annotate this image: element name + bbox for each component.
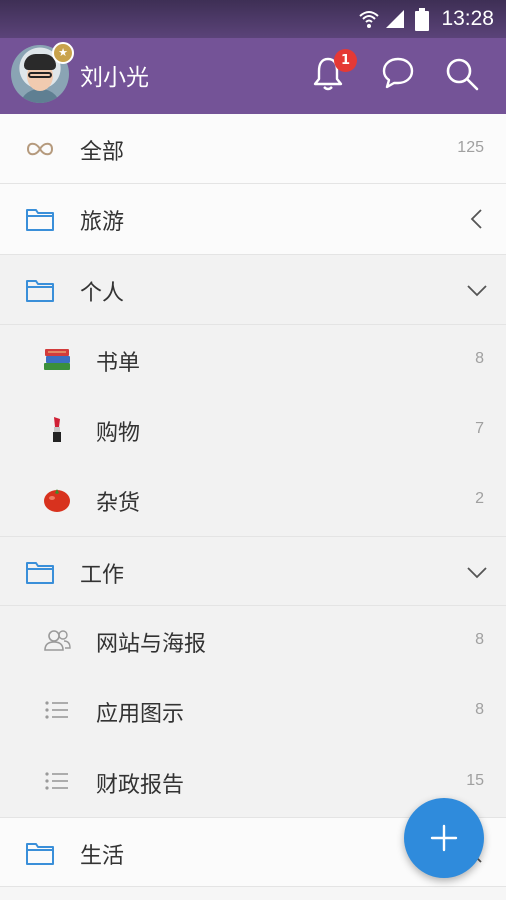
infinity-icon [26,142,54,156]
tomato-icon [44,489,70,513]
list-item-groceries[interactable]: 杂货 2 [0,465,506,536]
folder-icon [26,561,54,584]
books-icon [44,348,70,370]
chevron-left-icon[interactable] [466,208,488,230]
list-item-booklist[interactable]: 书单 8 [0,324,506,396]
item-count: 7 [475,420,484,438]
list-item-website-posters[interactable]: 网站与海报 8 [0,606,506,677]
search-icon[interactable] [444,56,480,92]
item-count: 8 [475,349,484,367]
username[interactable]: 刘小光 [80,58,149,92]
list-item-label: 书单 [96,350,141,376]
list-item-label: 杂货 [96,491,141,517]
list-item-travel[interactable]: 旅游 [0,184,506,255]
list-item-label: 个人 [80,280,125,306]
list-item-label: 网站与海报 [96,632,207,658]
chevron-down-icon[interactable] [466,279,488,301]
item-count: 8 [475,701,484,719]
list-menu: 全部 125 旅游 个人 书单 8 购物 7 杂货 2 工作 网站与海报 8 应… [0,114,506,888]
list-item-all[interactable]: 全部 125 [0,114,506,185]
lipstick-icon [53,417,61,443]
app-header: ★ 刘小光 1 [0,38,506,114]
list-item-label: 工作 [80,562,125,588]
list-item-work[interactable]: 工作 [0,535,506,607]
list-item-label: 财政报告 [96,772,185,798]
add-button[interactable] [404,798,484,878]
list-item-label: 生活 [80,843,125,869]
notification-badge: 1 [334,49,357,72]
list-item-shopping[interactable]: 购物 7 [0,395,506,466]
list-item-label: 旅游 [80,210,125,236]
folder-icon [26,842,54,865]
folder-icon [26,209,54,232]
status-bar: 13:28 [0,0,506,38]
list-icon [45,701,68,719]
battery-icon [415,8,429,31]
list-item-label: 应用图示 [96,702,185,728]
list-item-app-icons[interactable]: 应用图示 8 [0,676,506,747]
list-icon [45,772,68,790]
folder-icon [26,279,54,302]
status-time: 13:28 [441,7,494,30]
item-count: 8 [475,631,484,649]
item-count: 15 [466,771,484,789]
list-item-label: 购物 [96,421,141,447]
list-item-label: 全部 [80,140,125,165]
star-badge-icon: ★ [52,42,74,64]
list-item-personal[interactable]: 个人 [0,254,506,325]
item-count: 125 [457,139,484,156]
wifi-icon [359,11,379,28]
people-icon [44,630,71,651]
item-count: 2 [475,490,484,508]
plus-icon [430,824,458,852]
chevron-down-icon[interactable] [466,561,488,583]
chat-icon[interactable] [381,56,415,90]
signal-icon [386,10,404,28]
